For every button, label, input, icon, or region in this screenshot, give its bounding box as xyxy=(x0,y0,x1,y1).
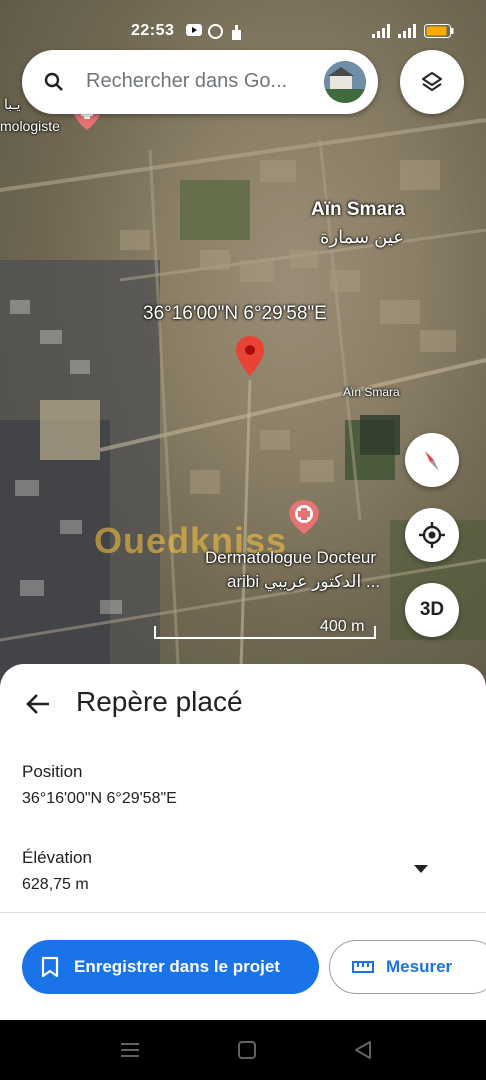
street-label: Aïn Smara xyxy=(343,385,400,399)
screen: يـبا mologiste Aïn Smara عين سمارة 36°16… xyxy=(0,0,486,1080)
battery-icon xyxy=(424,24,454,38)
poi-label-left-bottom: mologiste xyxy=(0,118,60,134)
compass-button[interactable] xyxy=(405,433,459,487)
divider xyxy=(0,912,486,913)
youtube-icon xyxy=(186,24,202,36)
signal-icon xyxy=(372,24,390,38)
home-icon[interactable] xyxy=(236,1040,258,1060)
back-icon[interactable] xyxy=(352,1040,374,1060)
coordinates-label: 36°16'00"N 6°29'58"E xyxy=(143,303,327,324)
position-label: Position xyxy=(22,762,83,781)
bookmark-icon xyxy=(41,956,59,978)
place-name-label[interactable]: Aïn Smara xyxy=(311,199,405,221)
hand-icon xyxy=(232,25,241,40)
save-button-label: Enregistrer dans le projet xyxy=(74,957,280,976)
save-to-project-button[interactable]: Enregistrer dans le projet xyxy=(22,940,319,994)
notification-icons xyxy=(186,24,243,40)
place-name-arabic-label: عين سمارة xyxy=(320,227,404,247)
measure-button-label: Mesurer xyxy=(386,957,453,976)
measure-button[interactable]: Mesurer xyxy=(329,940,486,994)
elevation-value: 628,75 m xyxy=(22,876,89,893)
medical-poi-icon[interactable] xyxy=(289,500,319,534)
ruler-icon xyxy=(352,961,374,973)
menu-icon[interactable] xyxy=(119,1040,141,1060)
my-location-button[interactable] xyxy=(405,508,459,562)
system-status-icons xyxy=(372,24,454,38)
layers-button[interactable] xyxy=(400,50,464,114)
elevation-label: Élévation xyxy=(22,848,92,867)
scale-label: 400 m xyxy=(320,618,365,635)
back-arrow-icon[interactable] xyxy=(24,690,52,718)
poi-name-label[interactable]: Dermatologue Docteur xyxy=(205,548,376,568)
layers-icon xyxy=(422,72,442,91)
poi-label-left-top: يـبا xyxy=(4,96,21,112)
dropped-pin-sheet: Repère placé Position 36°16'00"N 6°29'58… xyxy=(0,664,486,1020)
status-time: 22:53 xyxy=(131,22,175,39)
account-avatar[interactable] xyxy=(324,61,366,103)
my-location-icon xyxy=(419,522,445,548)
dropped-pin-icon[interactable] xyxy=(236,336,264,376)
compass-icon xyxy=(425,451,439,471)
search-input[interactable]: Rechercher dans Go... xyxy=(86,70,287,93)
expand-icon[interactable] xyxy=(413,864,429,874)
whatsapp-icon xyxy=(208,24,223,39)
sheet-title: Repère placé xyxy=(76,686,243,717)
position-value[interactable]: 36°16'00"N 6°29'58"E xyxy=(22,790,177,808)
3d-toggle-button[interactable]: 3D xyxy=(405,583,459,637)
status-bar: 22:53 xyxy=(0,0,486,44)
poi-name-label-2[interactable]: aribi الدكتور عريبي ... xyxy=(227,572,380,592)
avatar-image xyxy=(324,61,366,103)
system-nav-bar xyxy=(0,1020,486,1080)
signal-icon xyxy=(398,24,416,38)
search-icon[interactable] xyxy=(42,70,66,94)
